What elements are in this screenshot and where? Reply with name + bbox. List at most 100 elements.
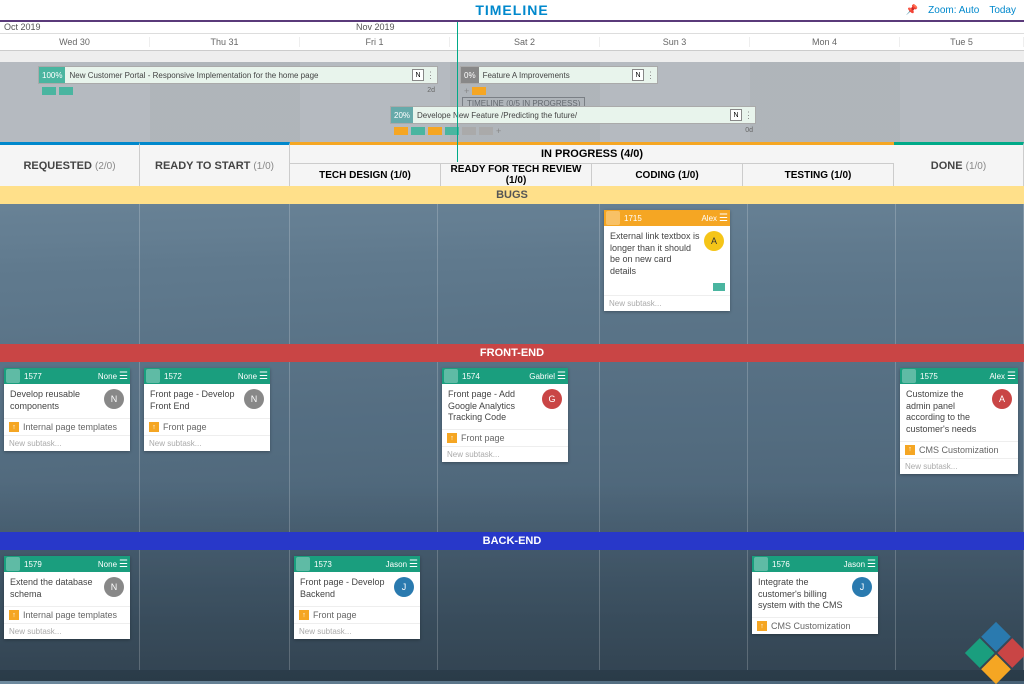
gantt-area[interactable]: 100% New Customer Portal - Responsive Im… <box>0 62 1024 142</box>
card-tag: ↑Front page <box>294 606 420 623</box>
pin-icon[interactable]: 📌 <box>906 5 918 16</box>
card[interactable]: ◧1579None☰ Extend the database schemaN ↑… <box>4 556 130 639</box>
gantt-bar[interactable]: 20% Develope New Feature /Predicting the… <box>390 106 756 124</box>
card-type-icon: ◧ <box>146 369 160 383</box>
gantt-bar[interactable]: 100% New Customer Portal - Responsive Im… <box>38 66 438 84</box>
app-logo-icon <box>974 631 1018 675</box>
card-assignee: None <box>238 372 257 381</box>
kebab-icon[interactable]: ⋮ <box>744 110 753 121</box>
gantt-bar[interactable]: 0% Feature A Improvements N⋮ <box>460 66 658 84</box>
card[interactable]: ◧1572None☰ Front page - Develop Front En… <box>144 368 270 451</box>
kebab-icon[interactable]: ⋮ <box>426 70 435 81</box>
day-cell[interactable]: Wed 30 <box>0 37 150 47</box>
day-cell[interactable]: Sat 2 <box>450 37 600 47</box>
card[interactable]: ◧1575Alex☰ Customize the admin panel acc… <box>900 368 1018 474</box>
subtask-block[interactable] <box>411 127 425 135</box>
columns-header: REQUESTED (2/0) READY TO START (1/0) IN … <box>0 142 1024 186</box>
card-type-icon: ◧ <box>606 211 620 225</box>
swimlane-frontend-header[interactable]: FRONT-END <box>0 344 1024 362</box>
timeline: Oct 2019 Nov 2019 Wed 30 Thu 31 Fri 1 Sa… <box>0 22 1024 142</box>
card-id: 1575 <box>920 372 938 381</box>
day-cell[interactable]: Thu 31 <box>150 37 300 47</box>
zoom-button[interactable]: Zoom: Auto <box>928 5 979 16</box>
day-cell[interactable]: Tue 5 <box>900 37 1024 47</box>
column-testing[interactable]: TESTING (1/0) <box>743 164 894 186</box>
card[interactable]: ◧1576Jason☰ Integrate the customer's bil… <box>752 556 878 634</box>
avatar: J <box>394 577 414 597</box>
new-subtask-input[interactable]: New subtask... <box>4 623 130 639</box>
new-subtask-input[interactable]: New subtask... <box>4 435 130 451</box>
new-subtask-input[interactable]: New subtask... <box>294 623 420 639</box>
swimlane-backend-header[interactable]: BACK-END <box>0 532 1024 550</box>
subtask-block[interactable] <box>479 127 493 135</box>
page-title: TIMELINE <box>475 2 548 18</box>
month-label: Oct 2019 <box>0 22 352 33</box>
card-assignee: Gabriel <box>529 372 555 381</box>
column-requested[interactable]: REQUESTED (2/0) <box>0 142 140 186</box>
card-assignee: Alex <box>989 372 1005 381</box>
card[interactable]: ◧1577None☰ Develop reusable componentsN … <box>4 368 130 451</box>
card-title: Develop reusable components <box>10 389 100 412</box>
card-assignee: None <box>98 372 117 381</box>
card-tag: ↑Front page <box>144 418 270 435</box>
kebab-icon[interactable]: ☰ <box>119 559 127 570</box>
gantt-percent: 0% <box>461 67 479 83</box>
card-id: 1574 <box>462 372 480 381</box>
new-subtask-input[interactable]: New subtask... <box>604 295 730 311</box>
card-type-icon: ◧ <box>902 369 916 383</box>
subtask-block[interactable] <box>59 87 73 95</box>
new-subtask-input[interactable]: New subtask... <box>144 435 270 451</box>
card-id: 1577 <box>24 372 42 381</box>
plus-icon[interactable]: + <box>496 126 501 136</box>
gantt-title: Develope New Feature /Predicting the fut… <box>413 111 730 120</box>
kebab-icon[interactable]: ☰ <box>259 371 267 382</box>
column-tech-design[interactable]: TECH DESIGN (1/0) <box>290 164 441 186</box>
subtask-block[interactable] <box>42 87 56 95</box>
card[interactable]: ◧1573Jason☰ Front page - Develop Backend… <box>294 556 420 639</box>
subtask-block[interactable] <box>428 127 442 135</box>
column-ready-for-tech-review[interactable]: READY FOR TECH REVIEW(1/0) <box>441 164 592 186</box>
plus-icon[interactable]: + <box>464 86 469 96</box>
card-assignee: Alex <box>701 214 717 223</box>
day-cell[interactable]: Fri 1 <box>300 37 450 47</box>
card-id: 1576 <box>772 560 790 569</box>
subtask-block[interactable] <box>462 127 476 135</box>
gantt-subtasks: + <box>394 126 501 136</box>
kebab-icon[interactable]: ☰ <box>867 559 875 570</box>
column-done[interactable]: DONE (1/0) <box>894 142 1024 186</box>
column-ready-to-start[interactable]: READY TO START (1/0) <box>140 142 290 186</box>
kebab-icon[interactable]: ⋮ <box>646 70 655 81</box>
kebab-icon[interactable]: ☰ <box>119 371 127 382</box>
swimlane-frontend-body: ◧1577None☰ Develop reusable componentsN … <box>0 362 1024 532</box>
card[interactable]: ◧ 1715 Alex☰ External link textbox is long… <box>604 210 730 311</box>
tag-arrow-icon: ↑ <box>299 610 309 620</box>
today-button[interactable]: Today <box>989 5 1016 16</box>
kebab-icon[interactable]: ☰ <box>409 559 417 570</box>
card-id: 1573 <box>314 560 332 569</box>
tag-arrow-icon: ↑ <box>9 610 19 620</box>
card-tag: ↑Internal page templates <box>4 606 130 623</box>
new-subtask-input[interactable]: New subtask... <box>442 446 568 462</box>
card[interactable]: ◧1574Gabriel☰ Front page - Add Google An… <box>442 368 568 462</box>
subtask-block[interactable] <box>394 127 408 135</box>
gantt-subtasks: + <box>464 86 486 96</box>
kebab-icon[interactable]: ☰ <box>557 371 565 382</box>
column-in-progress: IN PROGRESS (4/0) TECH DESIGN (1/0) READ… <box>290 142 894 186</box>
kebab-icon[interactable]: ☰ <box>1007 371 1015 382</box>
card-title: External link textbox is longer than it … <box>610 231 700 278</box>
day-cell[interactable]: Sun 3 <box>600 37 750 47</box>
card-tag: ↑CMS Customization <box>900 441 1018 458</box>
subtask-block[interactable] <box>472 87 486 95</box>
status-marker <box>713 283 725 291</box>
new-subtask-input[interactable]: New subtask... <box>900 458 1018 474</box>
day-cell[interactable]: Mon 4 <box>750 37 900 47</box>
card-id: 1715 <box>624 214 642 223</box>
gantt-title: New Customer Portal - Responsive Impleme… <box>65 71 412 80</box>
column-coding[interactable]: CODING (1/0) <box>592 164 743 186</box>
card-title: Front page - Develop Backend <box>300 577 390 600</box>
gantt-percent: 100% <box>39 67 65 83</box>
card-tag: ↑Front page <box>442 429 568 446</box>
kebab-icon[interactable]: ☰ <box>719 213 727 224</box>
swimlane-bugs-header[interactable]: BUGS <box>0 186 1024 204</box>
swimlane-bugs-body: ◧ 1715 Alex☰ External link textbox is long… <box>0 204 1024 344</box>
